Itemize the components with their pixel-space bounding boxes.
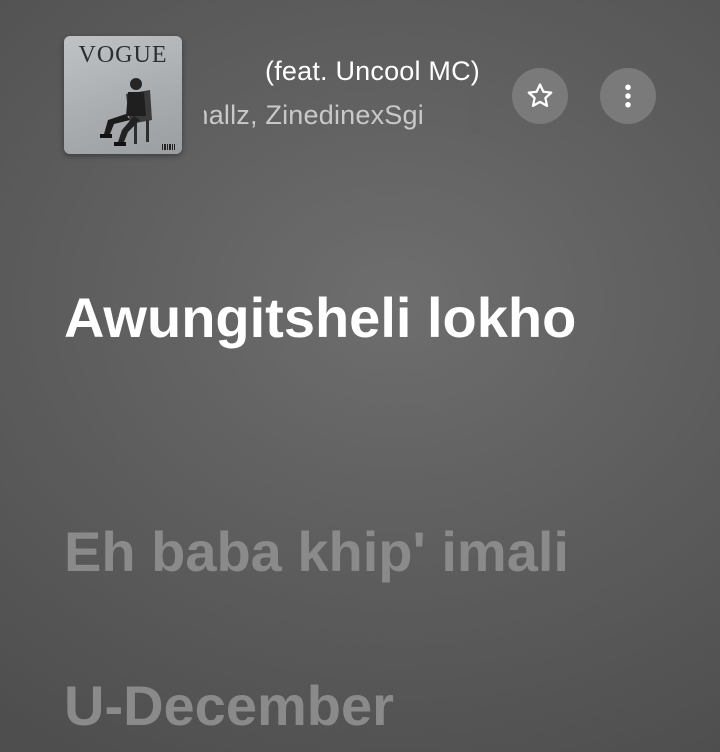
lyric-line-upcoming[interactable]: U-December: [64, 668, 664, 744]
now-playing-header: VOGUE (feat. Uncool MC) mallz, Zinedinex…: [64, 36, 664, 156]
more-options-button[interactable]: [600, 68, 656, 124]
album-logo-text: VOGUE: [78, 42, 168, 68]
more-vertical-icon: [625, 84, 631, 108]
track-artist: mallz, ZinedinexSgi: [204, 100, 424, 130]
lyric-line-active[interactable]: Awungitsheli lokho: [64, 280, 664, 356]
track-title: (feat. Uncool MC): [265, 56, 480, 86]
marquee-fade: [462, 94, 480, 134]
lyric-line-upcoming[interactable]: Eh baba khip' imali: [64, 514, 684, 590]
star-outline-icon: [527, 83, 553, 107]
lyrics-screen: VOGUE (feat. Uncool MC) mallz, Zinedinex…: [0, 0, 720, 752]
track-info[interactable]: (feat. Uncool MC) mallz, ZinedinexSgi: [204, 54, 480, 134]
favorite-button[interactable]: [512, 68, 568, 124]
album-art[interactable]: VOGUE: [64, 36, 182, 154]
